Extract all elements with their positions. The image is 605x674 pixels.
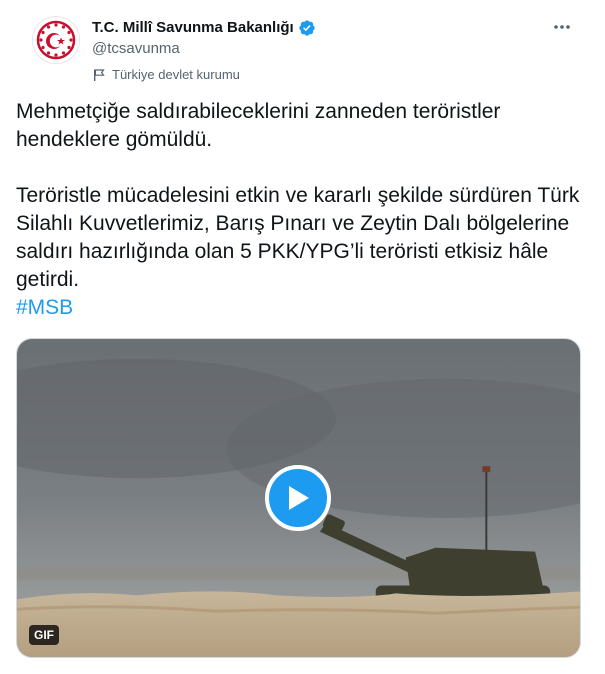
display-name[interactable]: T.C. Millî Savunma Bakanlığı (92, 18, 294, 38)
account-label: Türkiye devlet kurumu (92, 67, 316, 83)
verified-badge-icon (299, 20, 315, 36)
account-handle[interactable]: @tcsavunma (92, 39, 316, 59)
play-icon (289, 486, 309, 510)
display-name-row[interactable]: T.C. Millî Savunma Bakanlığı (92, 18, 316, 38)
tweet-card: T.C. Millî Savunma Bakanlığı @tcsavunma … (0, 0, 605, 674)
flag-icon (94, 69, 105, 81)
play-button[interactable] (265, 465, 331, 531)
hashtag-link[interactable]: #MSB (16, 296, 73, 319)
turkish-crescent-star-seal-icon (36, 20, 76, 60)
tweet-paragraph-1: Mehmetçiğe saldırabileceklerini zanneden… (16, 100, 501, 151)
gif-media[interactable]: GIF (16, 338, 581, 658)
account-names: T.C. Millî Savunma Bakanlığı @tcsavunma … (92, 18, 316, 83)
more-horizontal-icon (554, 25, 570, 29)
tweet-text: Mehmetçiğe saldırabileceklerini zanneden… (16, 98, 584, 322)
tweet-paragraph-2: Teröristle mücadelesini etkin ve kararlı… (16, 184, 580, 291)
gif-badge: GIF (29, 625, 59, 645)
account-label-text: Türkiye devlet kurumu (112, 67, 240, 82)
avatar[interactable] (32, 16, 80, 64)
tweet-header: T.C. Millî Savunma Bakanlığı @tcsavunma … (16, 0, 589, 92)
more-button[interactable] (549, 14, 575, 40)
